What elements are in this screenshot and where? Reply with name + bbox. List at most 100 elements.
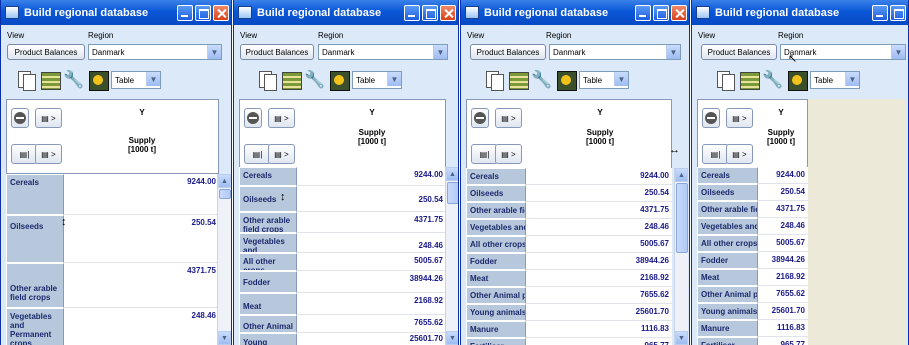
cell-value[interactable]: 4371.75: [64, 263, 219, 308]
scroll-thumb[interactable]: [676, 183, 688, 253]
collapse-button[interactable]: [471, 108, 489, 128]
view-select-button[interactable]: Product Balances: [470, 44, 546, 60]
cell-value[interactable]: 5005.67: [758, 235, 808, 252]
cell-value[interactable]: 7655.62: [758, 286, 808, 303]
cell-value[interactable]: 250.54: [526, 185, 672, 202]
row-header[interactable]: All other crops: [697, 235, 758, 252]
pivot-rows-button[interactable]: ▤|: [244, 144, 271, 164]
minimize-button[interactable]: [177, 4, 193, 21]
cell-value[interactable]: 250.54: [758, 184, 808, 201]
flow-diagram-icon[interactable]: [280, 69, 302, 91]
cell-value[interactable]: 9244.00: [526, 168, 672, 185]
row-header[interactable]: Fodder: [466, 253, 526, 270]
cell-value[interactable]: 25601.70: [526, 304, 672, 321]
row-header[interactable]: Oilseeds: [697, 184, 758, 201]
row-header[interactable]: Fodder: [239, 271, 297, 293]
row-header[interactable]: Young animals: [239, 333, 297, 345]
cell-value[interactable]: 9244.00: [758, 167, 808, 184]
chevron-down-icon[interactable]: ▼: [845, 72, 859, 86]
vertical-scrollbar[interactable]: ▲ ▼: [674, 168, 688, 345]
cell-value[interactable]: 4371.75: [526, 202, 672, 219]
flow-diagram-icon[interactable]: [39, 69, 61, 91]
vertical-scrollbar[interactable]: ▲ ▼: [217, 174, 231, 345]
row-header[interactable]: Other Animal products: [239, 315, 297, 333]
pivot-rows-button[interactable]: ▤|: [702, 144, 729, 164]
chevron-down-icon[interactable]: ▼: [433, 45, 447, 59]
collapse-button[interactable]: [702, 108, 720, 128]
cell-value[interactable]: 965.77: [758, 337, 808, 345]
chevron-down-icon[interactable]: ▼: [387, 72, 401, 86]
region-combo[interactable]: Danmark ▼: [549, 44, 681, 60]
chevron-down-icon[interactable]: ▼: [146, 72, 160, 86]
row-header[interactable]: Cereals: [466, 168, 526, 185]
cell-value[interactable]: 9244.00: [297, 167, 446, 186]
cell-value[interactable]: 9244.00: [64, 174, 219, 215]
cell-value[interactable]: 7655.62: [297, 315, 446, 333]
title-bar[interactable]: Build regional database: [234, 0, 458, 25]
minimize-button[interactable]: [872, 4, 888, 21]
pages-icon[interactable]: [714, 69, 736, 91]
cell-value[interactable]: 250.54: [64, 215, 219, 263]
expand-row-button[interactable]: ▤ >: [268, 144, 295, 164]
pages-icon[interactable]: [483, 69, 505, 91]
row-header[interactable]: Oilseeds: [239, 186, 297, 212]
row-header[interactable]: Cereals: [239, 167, 297, 186]
row-header[interactable]: Fodder: [697, 252, 758, 269]
chart-settings-icon[interactable]: [328, 69, 350, 91]
scroll-up-icon[interactable]: ▲: [446, 167, 458, 181]
row-header[interactable]: Fertiliser: [697, 337, 758, 345]
row-header[interactable]: Young animals: [697, 303, 758, 320]
chevron-down-icon[interactable]: ▼: [207, 45, 221, 59]
view-select-button[interactable]: Product Balances: [240, 44, 314, 60]
region-combo[interactable]: Danmark ▼: [88, 44, 222, 60]
wrench-icon[interactable]: 🔧: [762, 69, 784, 91]
row-header[interactable]: Vegetables and Permanent crops: [697, 218, 758, 235]
scroll-thumb[interactable]: [219, 189, 231, 199]
maximize-button[interactable]: [890, 4, 906, 21]
row-header[interactable]: Manure: [697, 320, 758, 337]
flow-diagram-icon[interactable]: [738, 69, 760, 91]
cell-value[interactable]: 5005.67: [526, 236, 672, 253]
row-header[interactable]: Meat: [697, 269, 758, 286]
row-header[interactable]: Other Animal products: [697, 286, 758, 303]
cell-value[interactable]: 4371.75: [297, 212, 446, 233]
cell-value[interactable]: 250.54: [297, 186, 446, 212]
expand-column-button[interactable]: ▤ >: [268, 108, 295, 128]
chevron-down-icon[interactable]: ▼: [891, 45, 905, 59]
row-header[interactable]: All other crops: [466, 236, 526, 253]
pages-icon[interactable]: [256, 69, 278, 91]
flow-diagram-icon[interactable]: [507, 69, 529, 91]
maximize-button[interactable]: [422, 4, 438, 21]
chart-settings-icon[interactable]: [555, 69, 577, 91]
maximize-button[interactable]: [653, 4, 669, 21]
chevron-down-icon[interactable]: ▼: [666, 45, 680, 59]
cell-value[interactable]: 248.46: [64, 308, 219, 345]
scroll-up-icon[interactable]: ▲: [675, 168, 688, 182]
cell-value[interactable]: 965.77: [526, 338, 672, 345]
scroll-down-icon[interactable]: ▼: [218, 331, 231, 345]
display-type-combo[interactable]: Table ▼: [111, 71, 161, 89]
close-button[interactable]: [671, 4, 687, 21]
row-header[interactable]: Oilseeds: [6, 215, 64, 263]
expand-row-button[interactable]: ▤ >: [495, 144, 522, 164]
display-type-combo[interactable]: Table ▼: [352, 71, 402, 89]
pivot-rows-button[interactable]: ▤|: [11, 144, 38, 164]
row-header[interactable]: Cereals: [697, 167, 758, 184]
title-bar[interactable]: Build regional database: [461, 0, 689, 25]
row-header[interactable]: Vegetables and Permanent crops: [466, 219, 526, 236]
row-header[interactable]: All other crops: [239, 253, 297, 271]
wrench-icon[interactable]: 🔧: [63, 69, 85, 91]
chevron-down-icon[interactable]: ▼: [614, 72, 628, 86]
cell-value[interactable]: 25601.70: [297, 333, 446, 345]
cell-value[interactable]: 2168.92: [297, 293, 446, 315]
cell-value[interactable]: 1116.83: [526, 321, 672, 338]
scroll-down-icon[interactable]: ▼: [675, 331, 688, 345]
row-header[interactable]: Fertiliser: [466, 338, 526, 345]
scroll-down-icon[interactable]: ▼: [446, 331, 458, 345]
row-header[interactable]: Meat: [239, 293, 297, 315]
cell-value[interactable]: 1116.83: [758, 320, 808, 337]
row-header[interactable]: Vegetables and Permanent crops: [6, 308, 64, 345]
cell-value[interactable]: 248.46: [758, 218, 808, 235]
minimize-button[interactable]: [404, 4, 420, 21]
expand-row-button[interactable]: ▤ >: [726, 144, 753, 164]
